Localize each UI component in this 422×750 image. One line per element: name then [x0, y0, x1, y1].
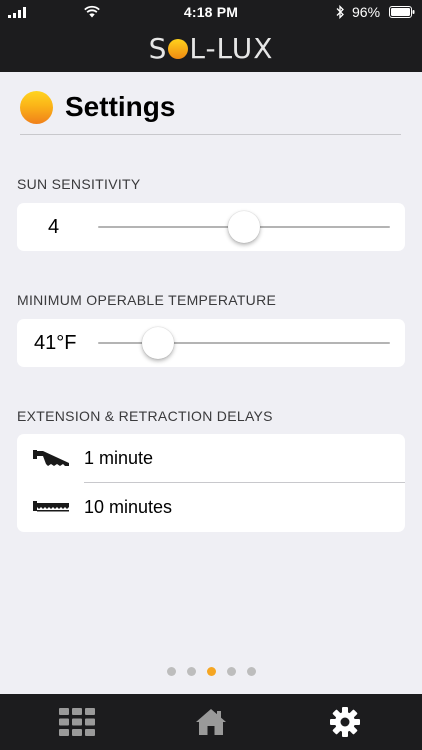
extension-delay-value: 1 minute [84, 448, 154, 468]
brand-text-right: L-LUX [189, 32, 274, 65]
page-dot[interactable] [166, 667, 176, 676]
brand-text-left: S [148, 32, 168, 65]
sun-sensitivity-card: 4 [17, 203, 405, 251]
awning-extended-icon [33, 450, 69, 466]
min-temp-thumb[interactable] [142, 327, 175, 359]
sun-sensitivity-value: 4 [48, 216, 60, 238]
delays-card: 1 minute 10 minutes [17, 434, 405, 532]
min-temp-value: 41°F [34, 332, 77, 354]
tab-grid[interactable] [7, 694, 147, 750]
extension-delay-row[interactable]: 1 minute [17, 434, 405, 482]
home-icon [196, 709, 226, 735]
sun-icon [20, 90, 53, 124]
brand-sun-icon [168, 39, 189, 59]
awning-retracted-icon [33, 501, 69, 512]
page-title: Settings [65, 91, 176, 122]
retraction-delay-value: 10 minutes [84, 497, 173, 517]
page-title-row: Settings [20, 86, 175, 128]
page-indicator[interactable] [0, 667, 422, 676]
gear-icon [330, 707, 360, 737]
page-dot[interactable] [226, 667, 236, 676]
title-divider [20, 134, 401, 135]
min-temp-card: 41°F [17, 319, 405, 367]
grid-icon [59, 708, 95, 736]
tab-bar [0, 694, 422, 750]
sun-sensitivity-thumb[interactable] [228, 211, 260, 243]
app-header: S L-LUX [0, 24, 422, 72]
delays-label: EXTENSION & RETRACTION DELAYS [17, 408, 273, 424]
retraction-delay-row[interactable]: 10 minutes [17, 483, 405, 531]
bluetooth-icon [336, 5, 344, 19]
battery-icon [389, 6, 415, 18]
status-bar: 4:18 PM 96% [0, 0, 422, 24]
tab-home[interactable] [141, 694, 281, 750]
page-dot[interactable] [186, 667, 196, 676]
brand-logo: S L-LUX [0, 32, 422, 65]
page-dot[interactable] [246, 667, 256, 676]
min-temp-label: MINIMUM OPERABLE TEMPERATURE [17, 292, 277, 308]
battery-percent: 96% [352, 4, 381, 20]
tab-settings[interactable] [275, 694, 415, 750]
sun-sensitivity-label: SUN SENSITIVITY [17, 176, 141, 192]
page-dot[interactable] [206, 667, 216, 676]
